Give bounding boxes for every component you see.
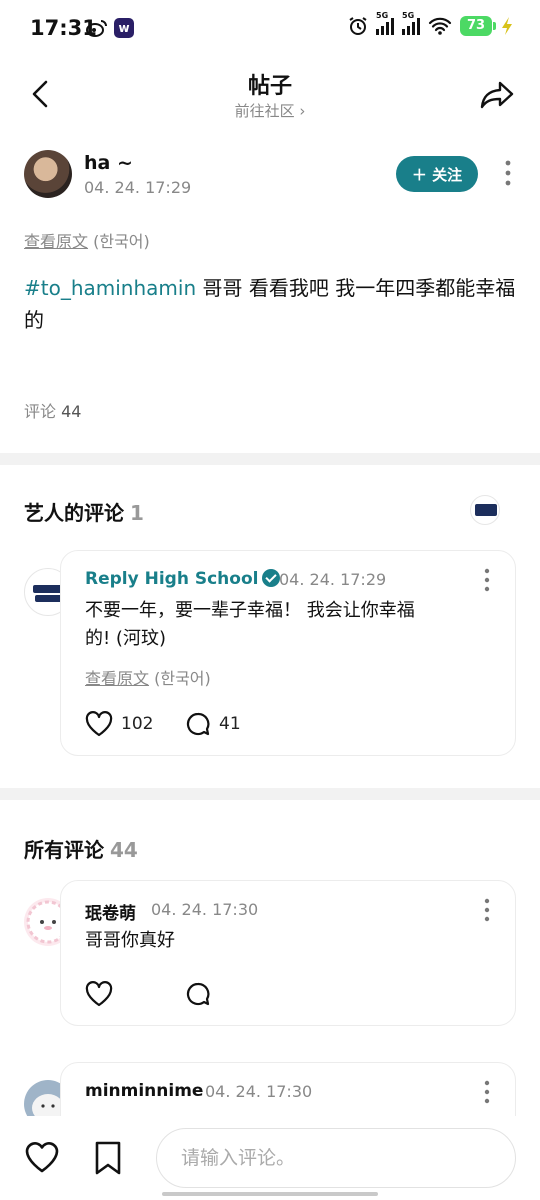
- share-button[interactable]: [478, 74, 518, 114]
- comment-more-button[interactable]: [477, 567, 497, 593]
- go-to-community-link[interactable]: 前往社区 ›: [0, 100, 540, 121]
- heart-icon: [25, 1142, 59, 1173]
- bookmark-icon: [95, 1141, 121, 1175]
- comment-count: 评论 44: [24, 402, 82, 421]
- cellular-signal-icon: 5G: [376, 11, 394, 35]
- more-vertical-icon: [484, 898, 490, 922]
- follow-button[interactable]: ＋ 关注: [396, 156, 478, 192]
- wifi-icon: [428, 17, 452, 35]
- comment-bubble-icon: [186, 712, 210, 736]
- like-count: 102: [121, 714, 154, 734]
- weverse-app-icon: w: [114, 18, 134, 38]
- comment-timestamp: 04. 24. 17:30: [205, 1082, 313, 1101]
- system-icons: 5G 5G 73: [348, 11, 514, 36]
- comment-card: 珉卷萌 04. 24. 17:30 哥哥你真好: [60, 880, 516, 1026]
- charging-icon: [502, 17, 512, 35]
- comment-author[interactable]: 珉卷萌: [85, 899, 136, 924]
- heart-icon: [85, 711, 113, 737]
- view-original-translation[interactable]: 查看原文 (한국어): [85, 665, 211, 689]
- all-comments-heading: 所有评论 44: [24, 838, 138, 862]
- bottom-action-bar: 请输入评论。: [0, 1116, 540, 1200]
- comment-author[interactable]: minminnime: [85, 1081, 203, 1101]
- author-name[interactable]: ha ~: [84, 152, 133, 174]
- hashtag-link[interactable]: #to_haminhamin: [24, 276, 196, 300]
- comment-more-button[interactable]: [477, 1079, 497, 1105]
- comment-input[interactable]: 请输入评论。: [156, 1128, 516, 1188]
- like-button[interactable]: [85, 981, 113, 1007]
- page-title: 帖子: [247, 74, 292, 99]
- post-body: #to_haminhamin 哥哥 看看我吧 我一年四季都能幸福的: [24, 276, 516, 332]
- author-avatar[interactable]: [24, 150, 72, 198]
- comment-more-button[interactable]: [477, 897, 497, 923]
- comment-text: 不要一年，要一辈子幸福！ 我会让你幸福 的! (河玟): [85, 600, 415, 649]
- bookmark-button[interactable]: [92, 1140, 124, 1176]
- cellular-signal-icon-2: 5G: [402, 11, 420, 35]
- artist-comments-heading: 艺人的评论 1: [24, 501, 144, 525]
- alarm-icon: [349, 17, 367, 35]
- more-vertical-icon: [484, 568, 490, 592]
- section-divider: [0, 788, 540, 800]
- status-bar: 17:31 w 5G 5G 73: [0, 0, 540, 60]
- top-nav: 帖子 前往社区 ›: [0, 60, 540, 130]
- post-like-button[interactable]: [24, 1140, 60, 1176]
- heart-icon: [85, 981, 113, 1007]
- comment-timestamp: 04. 24. 17:30: [151, 900, 259, 919]
- share-icon: [480, 81, 514, 109]
- notification-icons: w: [86, 18, 134, 38]
- post-more-button[interactable]: [496, 158, 520, 188]
- post-timestamp: 04. 24. 17:29: [84, 178, 192, 197]
- weibo-icon: [86, 18, 107, 38]
- reply-count: 41: [219, 714, 241, 734]
- comment-bubble-icon: [186, 982, 210, 1006]
- comment-author[interactable]: Reply High School: [85, 569, 281, 589]
- reply-button[interactable]: [185, 981, 211, 1007]
- artist-comment-card: Reply High School 04. 24. 17:29 不要一年，要一辈…: [60, 550, 516, 756]
- more-vertical-icon: [484, 1080, 490, 1104]
- section-divider: [0, 453, 540, 465]
- more-vertical-icon: [505, 160, 511, 186]
- comment-timestamp: 04. 24. 17:29: [279, 570, 387, 589]
- battery-indicator: 73: [460, 16, 496, 36]
- view-original-translation[interactable]: 查看原文 (한국어): [24, 228, 150, 252]
- verified-badge-icon: [262, 569, 281, 587]
- artist-logo-icon[interactable]: [470, 495, 500, 525]
- like-button[interactable]: 102: [85, 711, 153, 737]
- home-indicator: [162, 1192, 378, 1196]
- comment-text: 哥哥你真好: [85, 930, 175, 951]
- reply-button[interactable]: 41: [185, 711, 241, 737]
